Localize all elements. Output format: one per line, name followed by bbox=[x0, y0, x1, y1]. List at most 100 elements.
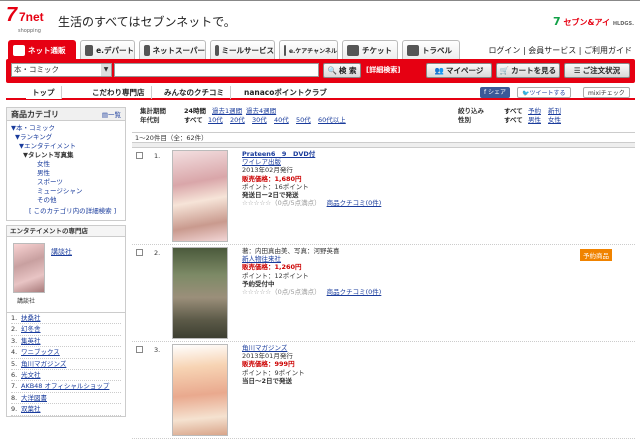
publisher-link[interactable]: AKB48 オフィシャルショップ bbox=[21, 382, 109, 390]
tree-item-books[interactable]: ▼本・コミック bbox=[11, 124, 121, 133]
age-option[interactable]: 20代 bbox=[230, 116, 245, 125]
travel-icon bbox=[407, 44, 419, 56]
list-item: 2. 幻冬舎 bbox=[11, 324, 121, 336]
category-list-link[interactable]: ▤一覧 bbox=[102, 109, 121, 122]
sidebar: 商品カテゴリ ▤一覧 ▼本・コミック ▼ランキング ▼エンタテイメント ▼タレン… bbox=[6, 107, 126, 417]
tree-item-talent-photobooks[interactable]: ▼タレント写真集 bbox=[11, 151, 121, 160]
mypage-button[interactable]: 👥 マイページ bbox=[426, 63, 492, 78]
advanced-search-link[interactable]: [詳細検索] bbox=[366, 65, 400, 75]
review-link[interactable]: 商品クチコミ(0件) bbox=[327, 199, 382, 207]
tree-item-male[interactable]: 男性 bbox=[11, 169, 121, 178]
tab-travel[interactable]: トラベル bbox=[402, 40, 460, 59]
period-option[interactable]: 24時間 bbox=[184, 107, 206, 116]
subtab-reviews[interactable]: みんなのクチコミ bbox=[158, 86, 231, 99]
shipping-note: 当日〜2日で発送 bbox=[242, 376, 293, 385]
tree-item-ranking[interactable]: ▼ランキング bbox=[11, 133, 121, 142]
main-content: 集計期間 24時間 過去1週間 過去4週間 年代別 すべて 10代 20代 30… bbox=[132, 104, 635, 439]
age-option[interactable]: 40代 bbox=[274, 116, 289, 125]
age-option[interactable]: 60代以上 bbox=[318, 116, 346, 125]
meal-icon bbox=[215, 44, 219, 56]
points: ポイント：9ポイント bbox=[242, 368, 305, 377]
publisher-link[interactable]: 大洋図書 bbox=[21, 394, 47, 402]
tree-item-musician[interactable]: ミュージシャン bbox=[11, 187, 121, 196]
publisher-link[interactable]: 双葉社 bbox=[21, 405, 41, 413]
facebook-share-button[interactable]: f シェア bbox=[480, 87, 511, 98]
tree-item-female[interactable]: 女性 bbox=[11, 160, 121, 169]
seven-net-icon bbox=[13, 44, 25, 56]
cart-button[interactable]: 🛒 カートを見る bbox=[496, 63, 560, 78]
period-option[interactable]: 過去4週間 bbox=[246, 107, 276, 116]
product-credit: 著：内田真由美、写真：河野英喜 bbox=[242, 247, 340, 255]
gender-option[interactable]: すべて bbox=[504, 116, 523, 125]
narrow-option[interactable]: すべて bbox=[504, 107, 523, 116]
product-cover-image[interactable] bbox=[172, 150, 228, 242]
product-title[interactable]: Prateen6 9 DVD付 bbox=[242, 150, 381, 158]
rank-number: 1. bbox=[154, 152, 161, 160]
category-detail-search-link[interactable]: [ このカテゴリ内の詳細検索 ] bbox=[11, 207, 121, 216]
sidebar-title: 商品カテゴリ ▤一覧 bbox=[6, 107, 126, 121]
tab-ticket[interactable]: チケット bbox=[342, 40, 398, 59]
mixi-check-button[interactable]: mixiチェック bbox=[583, 87, 630, 98]
select-checkbox[interactable] bbox=[136, 249, 143, 256]
site-logo[interactable]: 7 7net shopping bbox=[6, 4, 46, 36]
featured-publisher-link[interactable]: 講談社 bbox=[51, 247, 72, 257]
publisher-link[interactable]: ワニブックス bbox=[21, 348, 60, 356]
tweet-button[interactable]: 🐦ツイートする bbox=[517, 87, 571, 98]
tab-e-care[interactable]: e.ケアチャンネル bbox=[279, 40, 338, 59]
age-option[interactable]: すべて bbox=[184, 116, 203, 125]
publisher-link[interactable]: 幻冬舎 bbox=[21, 325, 41, 333]
product-publisher[interactable]: 角川マガジンズ bbox=[242, 344, 305, 352]
product-info: 著：内田真由美、写真：河野英喜 新人物往来社 販売価格：1,260円 ポイント：… bbox=[242, 247, 381, 296]
tree-item-entertainment[interactable]: ▼エンタテイメント bbox=[11, 142, 121, 151]
logo-text: 7net bbox=[19, 10, 44, 24]
gender-option[interactable]: 男性 bbox=[528, 116, 541, 125]
subtab-top[interactable]: トップ bbox=[26, 86, 62, 99]
age-option[interactable]: 50代 bbox=[296, 116, 311, 125]
search-input[interactable] bbox=[114, 63, 319, 77]
gender-option[interactable]: 女性 bbox=[548, 116, 561, 125]
publisher-link[interactable]: 角川マガジンズ bbox=[21, 360, 66, 368]
publisher-link[interactable]: 集英社 bbox=[21, 337, 41, 345]
product-info: Prateen6 9 DVD付 ワイレア出版 2013年02月発行 販売価格：1… bbox=[242, 150, 381, 207]
featured-publisher-caption: 講談社 bbox=[17, 298, 36, 305]
age-option[interactable]: 10代 bbox=[208, 116, 223, 125]
product-info: 角川マガジンズ 2013年01月発行 販売価格：999円 ポイント：9ポイント … bbox=[242, 344, 305, 385]
narrow-option[interactable]: 予約 bbox=[528, 107, 541, 116]
tab-e-department[interactable]: e.デパート bbox=[80, 40, 135, 59]
review-link[interactable]: 商品クチコミ(0件) bbox=[327, 288, 382, 296]
subtab-nanaco[interactable]: nanacoポイントクラブ bbox=[238, 86, 333, 99]
publisher-link[interactable]: 光文社 bbox=[21, 371, 41, 379]
user-icon: 👥 bbox=[434, 66, 444, 75]
account-links[interactable]: ログイン | 会員サービス | ご利用ガイド bbox=[488, 45, 632, 56]
product-cover-image[interactable] bbox=[172, 247, 228, 339]
list-icon: ☰ bbox=[573, 66, 581, 75]
tagline: 生活のすべてはセブンネットで。 bbox=[58, 15, 236, 29]
tree-item-sports[interactable]: スポーツ bbox=[11, 178, 121, 187]
publisher-link[interactable]: 扶桑社 bbox=[21, 314, 41, 322]
order-status-button[interactable]: ☰ ご注文状況 bbox=[564, 63, 630, 78]
publisher-banner-image[interactable] bbox=[13, 243, 45, 293]
product-cover-image[interactable] bbox=[172, 344, 228, 436]
tab-net-super[interactable]: ネットスーパー bbox=[139, 40, 206, 59]
points: ポイント：16ポイント bbox=[242, 182, 309, 191]
narrow-option[interactable]: 新刊 bbox=[548, 107, 561, 116]
star-rating: ☆☆☆☆☆（0点/5点満点） bbox=[242, 199, 321, 208]
preorder-badge: 予約商品 bbox=[580, 249, 612, 261]
tree-item-other[interactable]: その他 bbox=[11, 196, 121, 205]
period-option[interactable]: 過去1週間 bbox=[212, 107, 242, 116]
age-option[interactable]: 30代 bbox=[252, 116, 267, 125]
cart-icon: 🛒 bbox=[499, 66, 510, 75]
search-icon: 🔍 bbox=[327, 66, 337, 75]
tab-net-shopping[interactable]: ネット通販 bbox=[8, 40, 76, 59]
category-select[interactable]: 本・コミック ▼ bbox=[11, 63, 112, 77]
search-bar: 本・コミック ▼ 🔍 検 索 [詳細検索] 👥 マイページ 🛒 カートを見る ☰ ご注文… bbox=[6, 59, 635, 83]
points: ポイント：12ポイント bbox=[242, 271, 309, 280]
search-button[interactable]: 🔍 検 索 bbox=[323, 63, 361, 78]
sub-navigation: トップ こだわり専門店 みんなのクチコミ nanacoポイントクラブ f シェア… bbox=[6, 86, 635, 100]
subtab-specialty[interactable]: こだわり専門店 bbox=[86, 86, 152, 99]
brand-logo[interactable]: 7 セブン&アイ HLDGS. bbox=[553, 15, 634, 28]
tab-meal-service[interactable]: ミールサービス bbox=[210, 40, 275, 59]
select-checkbox[interactable] bbox=[136, 152, 143, 159]
pia-icon bbox=[347, 44, 359, 56]
select-checkbox[interactable] bbox=[136, 346, 143, 353]
